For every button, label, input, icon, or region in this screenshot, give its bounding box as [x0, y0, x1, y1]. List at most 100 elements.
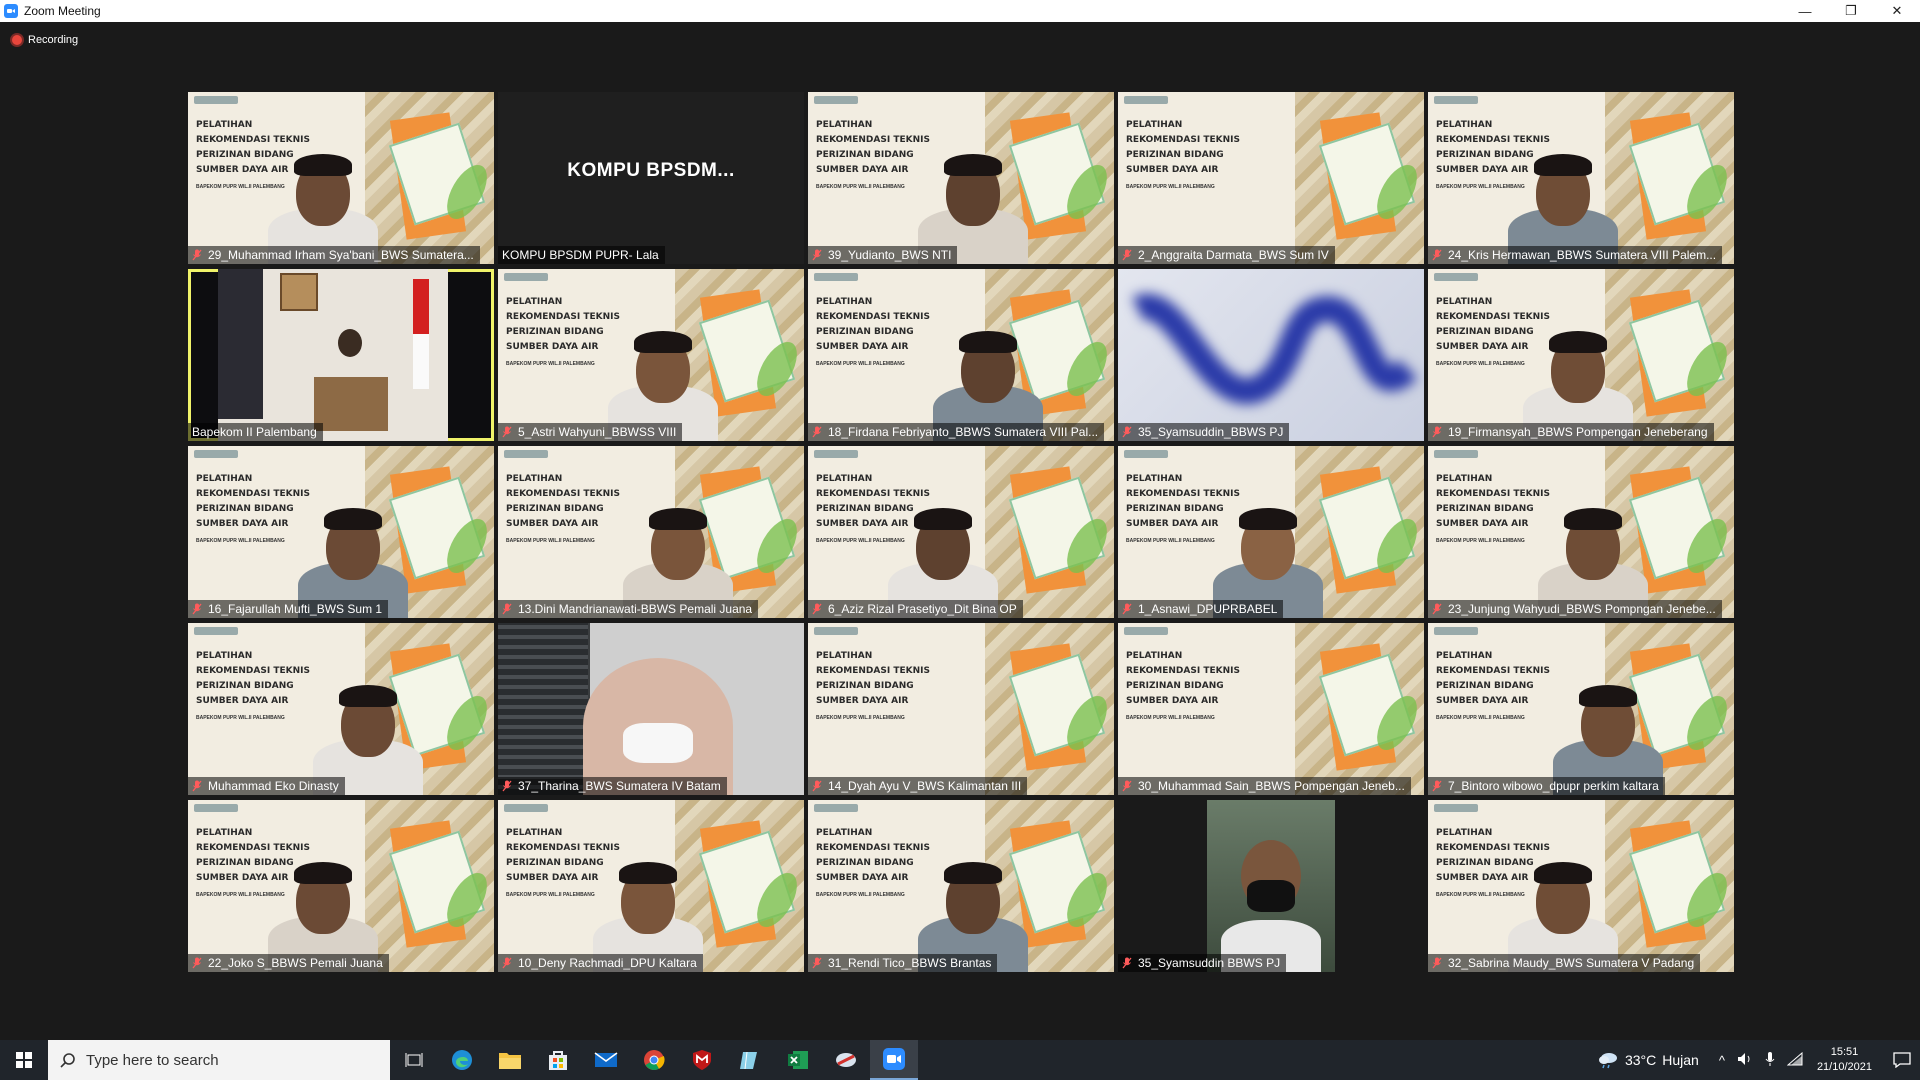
file-explorer-button[interactable] — [486, 1040, 534, 1080]
participant-video — [1508, 837, 1618, 972]
participant-tile[interactable]: Bapekom II Palembang — [188, 269, 494, 441]
participant-video — [918, 129, 1028, 264]
participant-tile[interactable]: PELATIHAN REKOMENDASI TEKNIS PERIZINAN B… — [1428, 623, 1734, 795]
zoom-taskbar-button[interactable] — [870, 1040, 918, 1080]
participant-tile[interactable]: PELATIHAN REKOMENDASI TEKNIS PERIZINAN B… — [1428, 446, 1734, 618]
participant-name-label: 35_Syamsuddin BBWS PJ — [1118, 954, 1287, 972]
participant-tile[interactable]: PELATIHAN REKOMENDASI TEKNIS PERIZINAN B… — [1118, 92, 1424, 264]
participant-tile[interactable]: PELATIHAN REKOMENDASI TEKNIS PERIZINAN B… — [188, 92, 494, 264]
notification-icon — [1893, 1052, 1911, 1068]
participant-tile[interactable]: PELATIHAN REKOMENDASI TEKNIS PERIZINAN B… — [1428, 269, 1734, 441]
participant-name-label: 16_Fajarullah Mufti_BWS Sum 1 — [188, 600, 389, 618]
participant-name-label: Muhammad Eko Dinasty — [188, 777, 345, 795]
participant-tile[interactable]: 35_Syamsuddin BBWS PJ — [1118, 800, 1424, 972]
participant-tile[interactable]: 37_Tharina_BWS Sumatera IV Batam — [498, 623, 804, 795]
folder-icon — [499, 1053, 521, 1069]
recording-label: Recording — [28, 34, 79, 46]
participant-tile[interactable]: PELATIHAN REKOMENDASI TEKNIS PERIZINAN B… — [808, 92, 1114, 264]
notifications-button[interactable] — [1884, 1040, 1920, 1080]
participant-tile[interactable]: PELATIHAN REKOMENDASI TEKNIS PERIZINAN B… — [498, 800, 804, 972]
participant-video — [1213, 483, 1323, 618]
participant-tile[interactable]: PELATIHAN REKOMENDASI TEKNIS PERIZINAN B… — [808, 446, 1114, 618]
participant-tile[interactable]: 35_Syamsuddin_BBWS PJ — [1118, 269, 1424, 441]
weather-temp: 33°C — [1624, 1052, 1657, 1068]
participant-name: KOMPU BPSDM PUPR- Lala — [502, 248, 659, 262]
task-view-button[interactable] — [390, 1040, 438, 1080]
slide-subtitle: BAPEKOM PUPR WIL.II PALEMBANG — [196, 715, 285, 721]
store-button[interactable] — [534, 1040, 582, 1080]
participant-tile[interactable]: PELATIHAN REKOMENDASI TEKNIS PERIZINAN B… — [188, 800, 494, 972]
participant-name: 19_Firmansyah_BBWS Pompengan Jeneberang — [1448, 425, 1708, 439]
network-icon[interactable] — [1786, 1051, 1803, 1069]
weather-desc: Hujan — [1662, 1052, 1699, 1068]
slide-logo — [504, 273, 548, 281]
participant-tile[interactable]: KOMPU BPSDM... KOMPU BPSDM PUPR- Lala — [498, 92, 804, 264]
participant-name-label: 1_Asnawi_DPUPRBABEL — [1118, 600, 1284, 618]
chevron-up-icon[interactable]: ^ — [1719, 1053, 1725, 1068]
participant-name: 7_Bintoro wibowo_dpupr perkim kaltara — [1448, 779, 1659, 793]
participant-tile[interactable]: PELATIHAN REKOMENDASI TEKNIS PERIZINAN B… — [188, 446, 494, 618]
participant-name-label: 5_Astri Wahyuni_BBWSS VIII — [498, 423, 683, 441]
close-button[interactable]: ✕ — [1874, 0, 1920, 22]
mic-muted-icon — [1432, 426, 1442, 438]
mail-button[interactable] — [582, 1040, 630, 1080]
slide-logo — [1124, 96, 1168, 104]
participant-tile[interactable]: PELATIHAN REKOMENDASI TEKNIS PERIZINAN B… — [1118, 446, 1424, 618]
participant-tile[interactable]: PELATIHAN REKOMENDASI TEKNIS PERIZINAN B… — [1118, 623, 1424, 795]
slide-logo — [194, 627, 238, 635]
participant-name-label: 30_Muhammad Sain_BBWS Pompengan Jeneb... — [1118, 777, 1411, 795]
mic-muted-icon — [192, 957, 202, 969]
slide-logo — [1434, 627, 1478, 635]
weather-widget[interactable]: 33°C Hujan — [1597, 1051, 1699, 1069]
chrome-button[interactable] — [630, 1040, 678, 1080]
participant-tile[interactable]: PELATIHAN REKOMENDASI TEKNIS PERIZINAN B… — [1428, 92, 1734, 264]
participant-tile[interactable]: PELATIHAN REKOMENDASI TEKNIS PERIZINAN B… — [188, 623, 494, 795]
participant-video — [268, 837, 378, 972]
store-icon — [549, 1051, 567, 1070]
speaker-icon[interactable] — [1737, 1052, 1753, 1069]
start-button[interactable] — [0, 1040, 48, 1080]
slide-subtitle: BAPEKOM PUPR WIL.II PALEMBANG — [1126, 538, 1215, 544]
taskbar-clock[interactable]: 15:51 21/10/2021 — [1817, 1045, 1872, 1075]
slide-title: PELATIHAN REKOMENDASI TEKNIS PERIZINAN B… — [816, 651, 930, 706]
minimize-button[interactable]: — — [1782, 0, 1828, 22]
restore-button[interactable]: ❐ — [1828, 0, 1874, 22]
mic-muted-icon — [502, 603, 512, 615]
participant-name-label: 24_Kris Hermawan_BBWS Sumatera VIII Pale… — [1428, 246, 1723, 264]
mic-muted-icon — [812, 603, 822, 615]
participant-name-label: 13.Dini Mandrianawati-BBWS Pemali Juana — [498, 600, 759, 618]
participant-name-label: 35_Syamsuddin_BBWS PJ — [1118, 423, 1290, 441]
mic-muted-icon — [1122, 249, 1132, 261]
edge-button[interactable] — [438, 1040, 486, 1080]
slide-logo — [1434, 804, 1478, 812]
participant-name: 30_Muhammad Sain_BBWS Pompengan Jeneb... — [1138, 779, 1405, 793]
chrome-icon — [644, 1050, 665, 1070]
recording-indicator[interactable]: Recording — [12, 34, 78, 46]
participant-name: 13.Dini Mandrianawati-BBWS Pemali Juana — [518, 602, 753, 616]
task-view-icon — [405, 1053, 423, 1067]
participant-tile[interactable]: PELATIHAN REKOMENDASI TEKNIS PERIZINAN B… — [808, 623, 1114, 795]
participant-name: 35_Syamsuddin_BBWS PJ — [1138, 425, 1284, 439]
mic-muted-icon — [502, 426, 512, 438]
participant-tile[interactable]: PELATIHAN REKOMENDASI TEKNIS PERIZINAN B… — [1428, 800, 1734, 972]
participant-video — [1523, 306, 1633, 441]
taskbar-search-input[interactable]: Type here to search — [48, 1040, 390, 1080]
podium — [314, 377, 388, 431]
participant-tile[interactable]: PELATIHAN REKOMENDASI TEKNIS PERIZINAN B… — [808, 269, 1114, 441]
notepad-button[interactable] — [726, 1040, 774, 1080]
participant-tile[interactable]: PELATIHAN REKOMENDASI TEKNIS PERIZINAN B… — [498, 446, 804, 618]
excel-button[interactable] — [774, 1040, 822, 1080]
participant-video — [1207, 800, 1335, 972]
slide-logo — [194, 450, 238, 458]
mic-muted-icon — [1122, 603, 1132, 615]
participant-name-label: Bapekom II Palembang — [188, 423, 323, 441]
snip-button[interactable] — [822, 1040, 870, 1080]
stage-banner — [218, 269, 263, 419]
microphone-icon[interactable] — [1765, 1051, 1775, 1070]
slide-subtitle: BAPEKOM PUPR WIL.II PALEMBANG — [1126, 184, 1215, 190]
participant-tile[interactable]: PELATIHAN REKOMENDASI TEKNIS PERIZINAN B… — [498, 269, 804, 441]
mcafee-button[interactable] — [678, 1040, 726, 1080]
participant-name: Bapekom II Palembang — [192, 425, 317, 439]
participant-tile[interactable]: PELATIHAN REKOMENDASI TEKNIS PERIZINAN B… — [808, 800, 1114, 972]
edge-icon — [452, 1050, 472, 1070]
